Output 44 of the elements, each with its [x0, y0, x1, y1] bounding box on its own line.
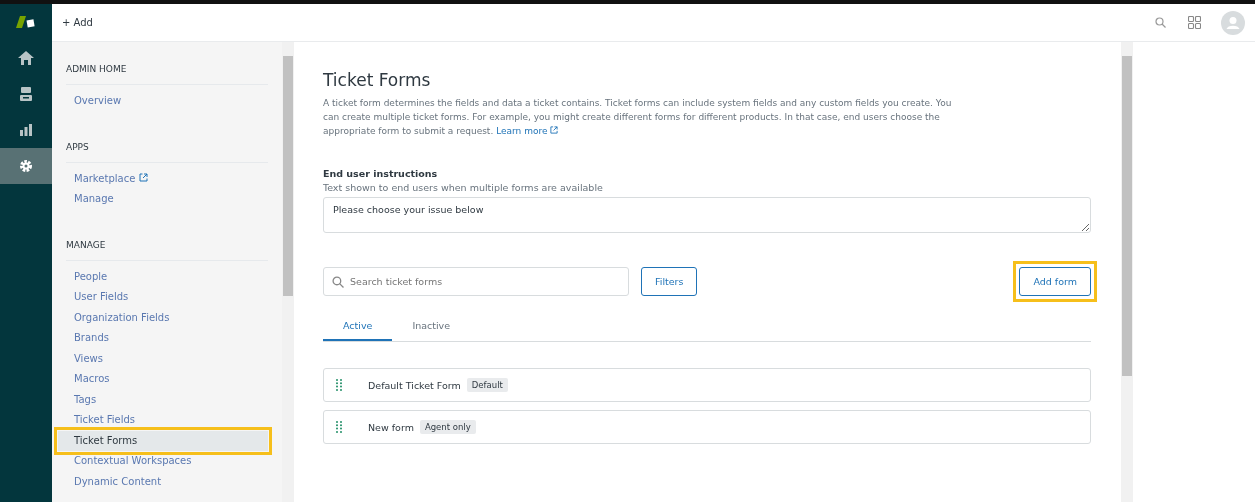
- filters-button[interactable]: Filters: [641, 267, 698, 296]
- form-tag: Agent only: [419, 420, 476, 434]
- field-hint: Text shown to end users when multiple forms are available: [323, 182, 604, 193]
- tab[interactable]: Active: [323, 312, 393, 341]
- instructions-field[interactable]: Please choose your issue below: [323, 197, 1091, 233]
- section-heading: ADMIN HOME: [66, 56, 268, 85]
- sidebar-item[interactable]: Marketplace: [66, 168, 268, 189]
- sidebar-item[interactable]: Tags: [66, 389, 268, 410]
- tab[interactable]: Inactive: [392, 312, 471, 341]
- sidebar-item[interactable]: Dynamic Content: [66, 471, 268, 492]
- form-name: Default Ticket Form: [368, 379, 461, 391]
- sidebar-item[interactable]: User Fields: [66, 287, 268, 308]
- form-row[interactable]: New form Agent only: [323, 410, 1091, 444]
- search-icon: [332, 276, 344, 288]
- page-description: A ticket form determines the fields and data a ticket contains. Ticket forms can include system fields and any custom fields you create. You can create multiple ticket forms. For example, you might create different forms for different products. In that case, end users choose the appropriate form to submit a request. Learn more: [323, 97, 953, 138]
- page-title: Ticket Forms: [323, 70, 432, 90]
- sidebar-item[interactable]: Brands: [66, 328, 268, 349]
- form-row[interactable]: Default Ticket Form Default: [323, 368, 1091, 402]
- apps-grid-icon[interactable]: [1188, 16, 1201, 29]
- sidebar-item[interactable]: Views: [66, 348, 268, 369]
- drag-handle-icon[interactable]: [336, 421, 342, 433]
- sidebar-item[interactable]: People: [66, 266, 268, 287]
- learn-more-link[interactable]: Learn more: [496, 126, 559, 136]
- drag-handle-icon[interactable]: [336, 379, 342, 391]
- sidebar-item[interactable]: Ticket Fields: [66, 410, 268, 431]
- external-link-icon: [550, 126, 559, 134]
- section-heading: MANAGE: [66, 231, 268, 261]
- section-heading: APPS: [66, 133, 268, 163]
- sidebar-item[interactable]: Manage: [66, 189, 268, 210]
- sidebar-item[interactable]: Overview: [66, 91, 268, 112]
- sidebar-item[interactable]: Contextual Workspaces: [66, 451, 268, 472]
- settings-icon[interactable]: [0, 148, 52, 184]
- scrollbar[interactable]: [282, 42, 294, 502]
- search-field[interactable]: Search ticket forms: [323, 267, 629, 296]
- field-label: End user instructions: [323, 168, 439, 179]
- external-link-icon: [139, 172, 149, 182]
- add-button[interactable]: + Add: [62, 17, 93, 28]
- add-form-button[interactable]: Add form: [1019, 267, 1091, 296]
- sidebar-item[interactable]: Organization Fields: [66, 307, 268, 328]
- search-icon[interactable]: [1155, 17, 1166, 28]
- scrollbar[interactable]: [1121, 42, 1133, 502]
- form-tag: Default: [466, 378, 508, 392]
- sidebar-item[interactable]: Macros: [66, 369, 268, 390]
- form-name: New form: [368, 421, 414, 433]
